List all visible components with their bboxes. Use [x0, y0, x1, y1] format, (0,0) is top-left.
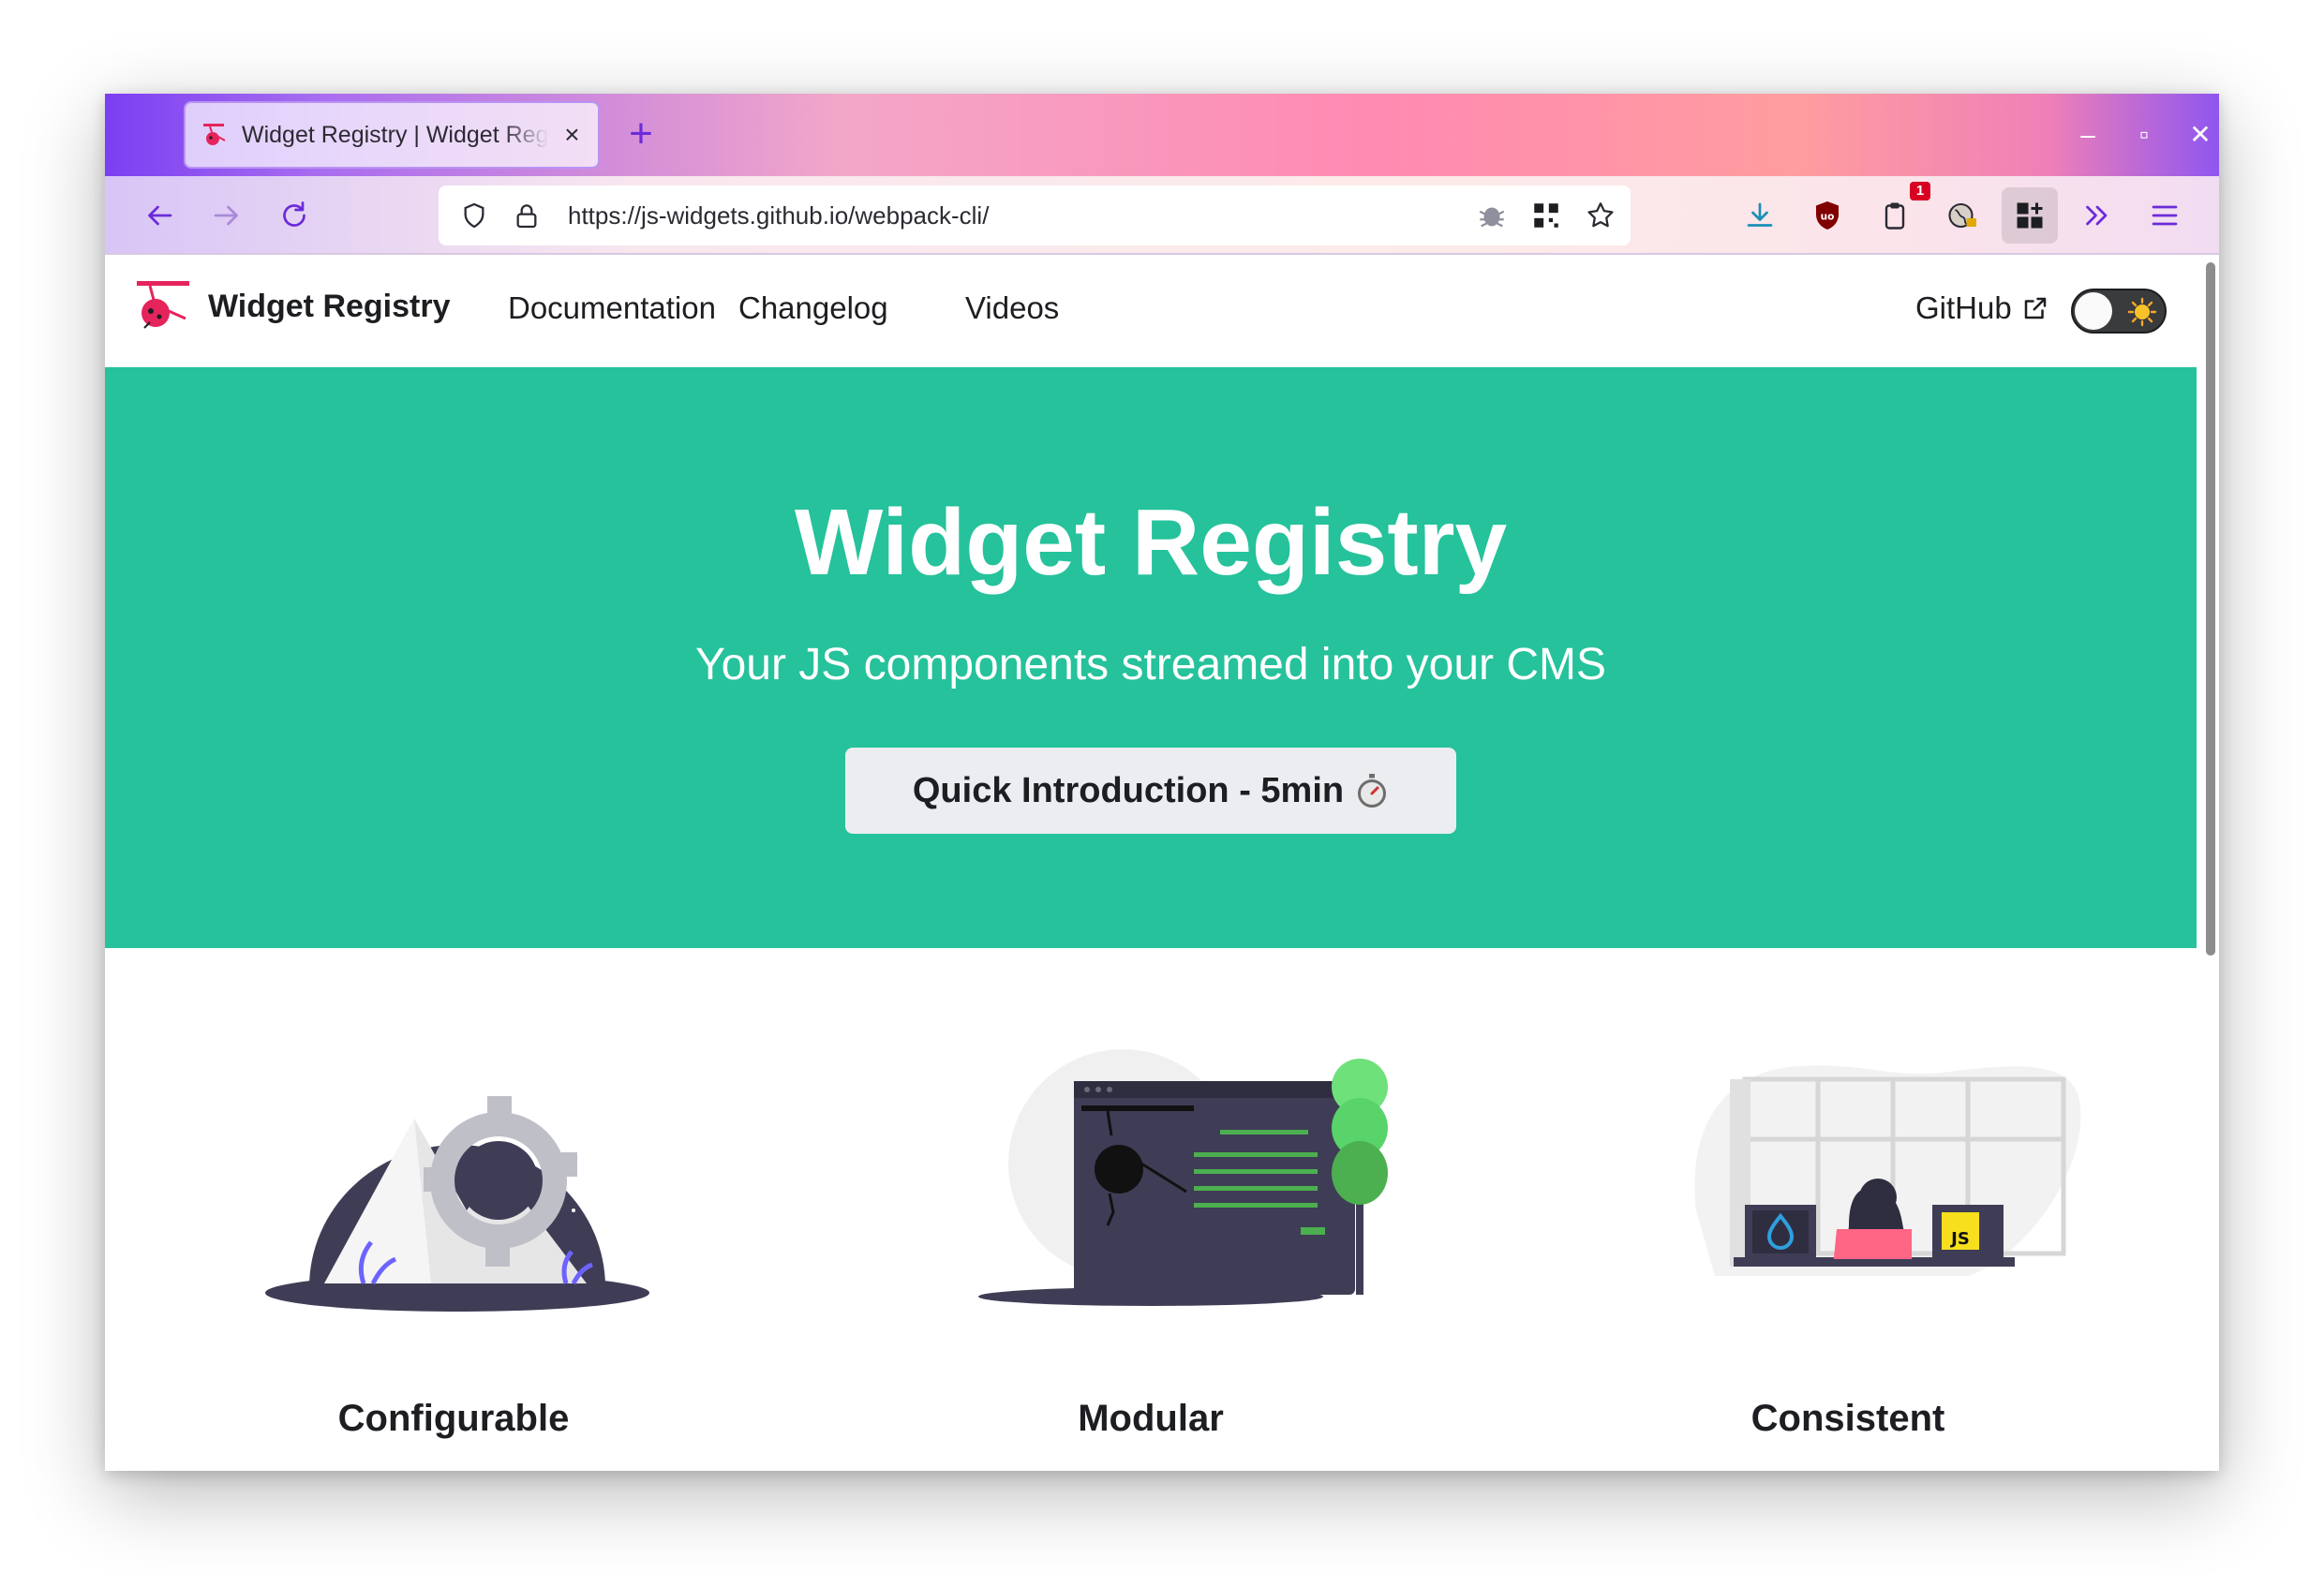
- qr-code-icon[interactable]: [1522, 191, 1571, 240]
- feature-title: Modular: [1078, 1398, 1224, 1439]
- nav-link-documentation[interactable]: Documentation: [508, 290, 716, 326]
- browser-window-tree-illustration: [978, 1049, 1388, 1306]
- app-menu-button[interactable]: [2137, 187, 2193, 244]
- browser-tab[interactable]: Widget Registry | Widget Registry ×: [184, 101, 600, 169]
- feature-modular: Modular: [802, 948, 1499, 1471]
- github-label: GitHub: [1915, 290, 2012, 325]
- toggle-knob: [2075, 292, 2112, 330]
- hero-title: Widget Registry: [794, 490, 1508, 595]
- privacy-extension-button[interactable]: [1934, 187, 1990, 244]
- mountains-gear-illustration: [265, 1077, 649, 1312]
- tab-close-icon[interactable]: ×: [561, 120, 583, 150]
- brand-title: Widget Registry: [208, 288, 451, 324]
- feature-configurable: Configurable: [105, 948, 802, 1471]
- feature-consistent: JS Consistent: [1499, 948, 2197, 1471]
- reload-icon: [283, 201, 305, 227]
- back-button[interactable]: [131, 187, 187, 244]
- page-viewport[interactable]: Widget Registry Documentation Changelog …: [105, 255, 2219, 1471]
- hero-subtitle: Your JS components streamed into your CM…: [694, 640, 1607, 690]
- feature-title: Consistent: [1750, 1398, 1945, 1439]
- download-icon: [1747, 202, 1773, 227]
- reload-button[interactable]: [266, 187, 322, 244]
- clipboard-extension-button[interactable]: 1: [1867, 182, 1930, 244]
- title-bar: Widget Registry | Widget Registry × + – …: [105, 94, 2219, 176]
- forward-arrow-icon: [214, 205, 238, 226]
- address-bar[interactable]: https://js-widgets.github.io/webpack-cli…: [439, 185, 1631, 245]
- widget-registry-favicon: [203, 124, 226, 145]
- lock-icon[interactable]: [506, 195, 547, 236]
- maximize-button[interactable]: ▫: [2122, 112, 2167, 157]
- person-at-desk-illustration: JS: [1694, 1065, 2081, 1276]
- page-scrollbar[interactable]: [2206, 262, 2215, 956]
- hamburger-menu-icon: [2152, 205, 2178, 226]
- navigation-toolbar: https://js-widgets.github.io/webpack-cli…: [105, 176, 2219, 255]
- theme-toggle[interactable]: [2071, 289, 2167, 334]
- widget-registry-logo-icon: [137, 281, 189, 329]
- tracking-protection-shield-icon[interactable]: [454, 195, 495, 236]
- tab-title: Widget Registry | Widget Registry: [242, 121, 548, 148]
- nav-link-changelog[interactable]: Changelog: [738, 290, 888, 326]
- hero-banner: Widget Registry Your JS components strea…: [105, 367, 2197, 948]
- browser-window: Widget Registry | Widget Registry × + – …: [105, 94, 2219, 1471]
- extensions-grid-icon: [2017, 202, 2043, 229]
- new-tab-button[interactable]: +: [617, 111, 665, 159]
- close-window-button[interactable]: ✕: [2178, 112, 2219, 157]
- clipboard-icon: [1885, 202, 1905, 230]
- back-arrow-icon: [148, 205, 172, 226]
- site-navbar: Widget Registry Documentation Changelog …: [105, 255, 2197, 367]
- svg-text:JS: JS: [1949, 1229, 1970, 1249]
- hero-button-label: Quick Introduction - 5min: [912, 770, 1345, 810]
- ublock-button[interactable]: uo: [1799, 187, 1855, 244]
- site-brand[interactable]: Widget Registry: [133, 275, 451, 337]
- forward-button[interactable]: [199, 187, 255, 244]
- feature-title: Configurable: [337, 1398, 570, 1439]
- double-chevron-icon: [2086, 205, 2108, 226]
- bug-extension-icon[interactable]: [1467, 191, 1516, 240]
- github-link[interactable]: GitHub: [1915, 290, 2049, 326]
- extensions-button[interactable]: [2002, 187, 2058, 244]
- ublock-shield-icon: uo: [1816, 201, 1839, 230]
- svg-text:uo: uo: [1821, 212, 1835, 223]
- globe-lock-icon: [1948, 202, 1976, 229]
- url-text[interactable]: https://js-widgets.github.io/webpack-cli…: [568, 201, 1467, 230]
- minimize-button[interactable]: –: [2065, 112, 2110, 157]
- extension-badge: 1: [1910, 182, 1930, 200]
- nav-link-videos[interactable]: Videos: [965, 290, 1059, 326]
- downloads-button[interactable]: [1732, 187, 1788, 244]
- stopwatch-icon: [1358, 774, 1387, 808]
- external-link-icon: [2024, 297, 2046, 319]
- quick-introduction-button[interactable]: Quick Introduction - 5min: [845, 748, 1456, 834]
- overflow-menu-button[interactable]: [2069, 187, 2125, 244]
- sun-icon: [2127, 297, 2157, 327]
- bookmark-star-icon[interactable]: [1576, 191, 1625, 240]
